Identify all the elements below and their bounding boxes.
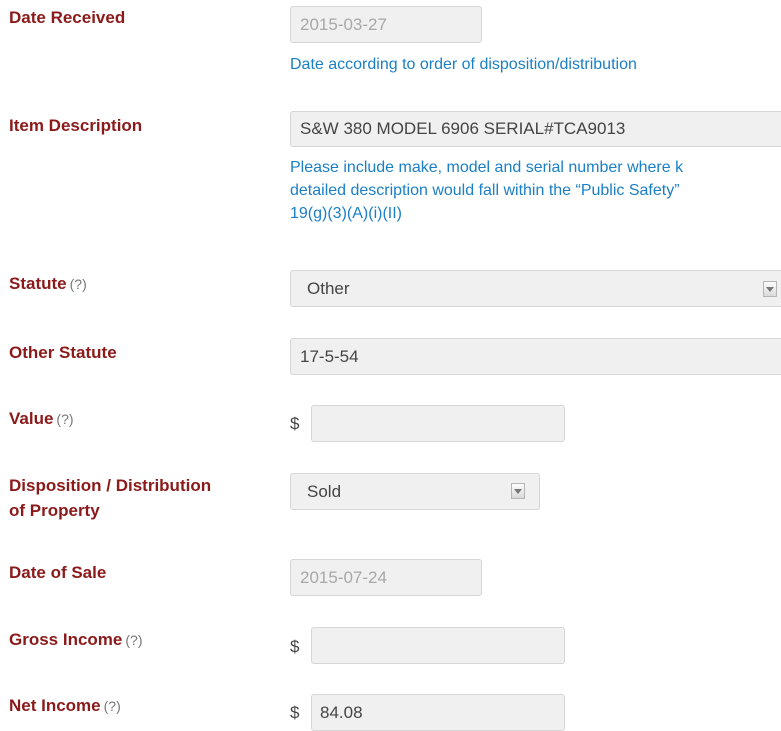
statute-select[interactable]: Other (290, 270, 781, 307)
gross-income-input[interactable] (311, 627, 565, 664)
date-of-sale-label-text: Date of Sale (9, 563, 107, 582)
disposition-selected-value: Sold (307, 481, 342, 501)
value-label: Value (?) (9, 407, 74, 431)
date-received-label: Date Received (9, 6, 125, 30)
chevron-down-icon[interactable] (763, 281, 777, 297)
disposition-label: Disposition / Distribution of Property (9, 473, 211, 523)
gross-income-label: Gross Income (?) (9, 628, 143, 652)
value-currency-symbol: $ (290, 414, 300, 433)
date-received-value: 2015-03-27 (300, 14, 387, 34)
other-statute-label: Other Statute (9, 341, 117, 365)
net-income-label: Net Income (?) (9, 694, 121, 718)
item-description-label: Item Description (9, 114, 142, 138)
statute-help-link[interactable]: (?) (70, 276, 87, 292)
date-of-sale-input[interactable]: 2015-07-24 (290, 559, 482, 596)
date-received-label-text: Date Received (9, 8, 126, 27)
item-description-value: S&W 380 MODEL 6906 SERIAL#TCA9013 (300, 119, 626, 138)
other-statute-input[interactable]: 17-5-54 (290, 338, 781, 375)
statute-label: Statute (?) (9, 272, 87, 296)
disposition-label-line-2: of Property (9, 501, 100, 520)
item-description-hint-line-1: Please include make, model and serial nu… (290, 159, 684, 176)
date-received-input[interactable]: 2015-03-27 (290, 6, 482, 43)
net-income-amount: 84.08 (320, 702, 363, 722)
item-description-hint: Please include make, model and serial nu… (290, 156, 683, 225)
net-income-input[interactable]: 84.08 (311, 694, 565, 731)
item-description-hint-line-2: detailed description would fall within t… (290, 182, 680, 199)
value-label-text: Value (9, 409, 54, 428)
item-description-label-text: Item Description (9, 116, 143, 135)
disposition-label-line-1: Disposition / Distribution (9, 476, 212, 495)
net-income-currency-symbol: $ (290, 703, 300, 722)
gross-income-label-text: Gross Income (9, 630, 123, 649)
disposition-select[interactable]: Sold (290, 473, 540, 510)
other-statute-label-text: Other Statute (9, 343, 117, 362)
item-description-hint-line-3: 19(g)(3)(A)(i)(II) (290, 205, 402, 222)
date-of-sale-label: Date of Sale (9, 561, 106, 585)
gross-income-currency-symbol: $ (290, 637, 300, 656)
date-of-sale-value: 2015-07-24 (300, 567, 387, 587)
value-help-link[interactable]: (?) (56, 411, 73, 427)
other-statute-value: 17-5-54 (300, 346, 359, 366)
chevron-down-icon[interactable] (511, 483, 525, 499)
item-description-input[interactable]: S&W 380 MODEL 6906 SERIAL#TCA9013 (290, 111, 781, 147)
net-income-help-link[interactable]: (?) (104, 698, 121, 714)
value-input[interactable] (311, 405, 565, 442)
net-income-label-text: Net Income (9, 696, 101, 715)
gross-income-help-link[interactable]: (?) (125, 632, 142, 648)
statute-label-text: Statute (9, 274, 67, 293)
statute-selected-value: Other (307, 278, 350, 298)
date-received-hint: Date according to order of disposition/d… (290, 56, 637, 73)
